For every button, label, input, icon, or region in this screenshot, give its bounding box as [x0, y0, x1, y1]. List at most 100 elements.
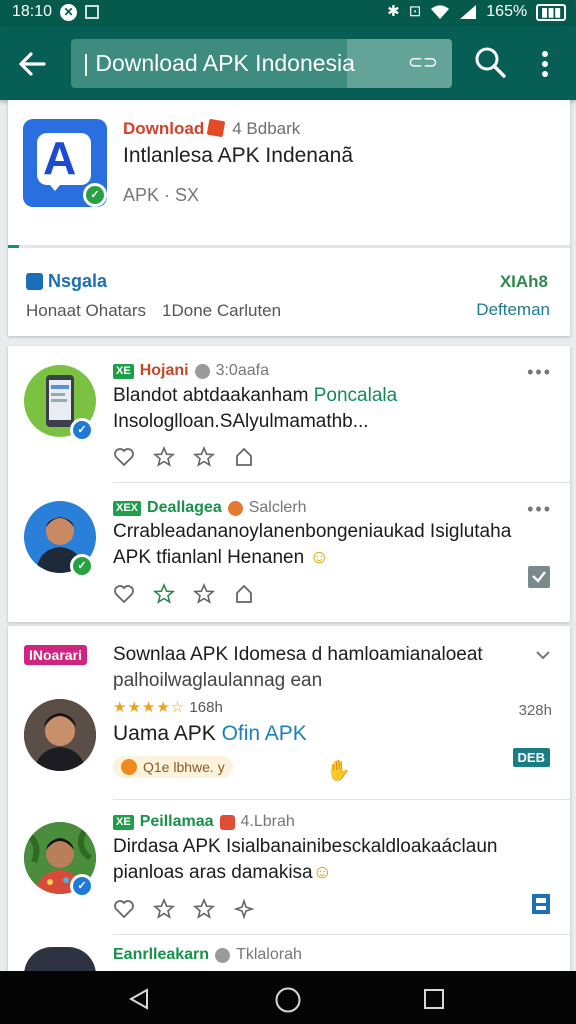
details-link[interactable]: Defteman	[476, 300, 550, 320]
post-time: Tklalorah	[236, 946, 302, 963]
feature-name-accent: Ofin APK	[221, 722, 307, 745]
notification-icon: ✕	[60, 3, 78, 21]
star-outline-icon[interactable]	[193, 583, 215, 605]
battery-percent: 165%	[486, 3, 528, 20]
image-icon	[85, 5, 100, 19]
list-item[interactable]: Eanrlleakarn Tklalorah	[8, 935, 570, 971]
nav-recents-icon[interactable]	[423, 988, 445, 1010]
share-icon[interactable]	[233, 446, 255, 468]
download-progress-bar	[8, 245, 570, 248]
star-icon[interactable]	[153, 446, 175, 468]
app-subtitle-row: Honaat Ohatars 1Done Carluten	[26, 301, 281, 321]
vibrate-icon: ⊡	[408, 3, 422, 20]
voice-search-icon[interactable]: ⊂⊃	[408, 52, 438, 73]
app-sub-right: 1Done Carluten	[162, 301, 282, 320]
heart-icon[interactable]	[113, 446, 135, 468]
battery-icon: ▮▮▮	[536, 3, 566, 21]
feature-badge: INoarari	[24, 645, 87, 665]
star-outline-icon[interactable]	[193, 898, 215, 920]
bookmark-icon[interactable]	[526, 564, 552, 590]
rating-stars-icon: ★★★★☆	[113, 699, 186, 716]
post-body-line2: Insologlloan.SAlyulmamathb...	[113, 411, 369, 432]
clock-icon	[194, 363, 210, 379]
post-body-line2: APK tfianlanl Henanen	[113, 547, 305, 568]
post-author[interactable]: Deallagea	[147, 499, 222, 517]
back-arrow-icon[interactable]	[14, 46, 50, 82]
search-icon[interactable]	[472, 44, 508, 80]
verified-check-icon: ✓	[83, 183, 107, 207]
location-pill-label: Q1e lbhwe. y	[143, 759, 225, 775]
list-item[interactable]: ✓ XEX Deallagea Salclerh ••• Crrableadan…	[8, 483, 570, 622]
award-ribbon-icon	[206, 118, 226, 138]
post-time: 4.Lbrah	[240, 813, 295, 830]
post-author[interactable]: Hojani	[140, 362, 189, 380]
verified-check-icon: ✓	[70, 554, 94, 578]
feature-title-line1: Sownlaa APK Idomesa d hamloamianaloeat	[113, 644, 483, 665]
location-pin-icon	[121, 759, 137, 775]
post-badge: XE	[113, 814, 134, 830]
clock-icon	[215, 947, 231, 963]
sparkle-icon[interactable]	[233, 898, 255, 920]
posts-card: ✓ XE Hojani 3:0aafa ••• Blandot abtdaaka…	[8, 346, 570, 622]
feature-time: 328h	[518, 702, 552, 719]
app-result-card[interactable]: A ✓ Download 4 Bdbark Intlanlesa APK Inde…	[8, 100, 570, 336]
save-icon[interactable]	[530, 892, 552, 916]
post-body-line1: Crrableadananoylanenbongeniaukad Isiglut…	[113, 521, 512, 542]
post-more-icon[interactable]: •••	[527, 362, 552, 383]
verified-badge-icon: ✓	[70, 874, 94, 898]
location-pill[interactable]: Q1e lbhwe. y	[113, 756, 233, 778]
heart-icon[interactable]	[113, 583, 135, 605]
feature-title[interactable]: Sownlaa APK Idomesa d hamloamianaloeat p…	[113, 642, 533, 694]
status-time: 18:10	[12, 3, 53, 20]
emoji-icon: ☺	[309, 547, 329, 568]
post-body: Crrableadananoylanenbongeniaukad Isiglut…	[113, 519, 553, 571]
category-tag[interactable]: Nsgala	[26, 271, 107, 292]
post-author[interactable]: Peillamaa	[140, 813, 214, 831]
post-body-line1: Blandot abtdaakanham	[113, 385, 314, 406]
list-item[interactable]: ✓ XE Peillamaa 4.Lbrah Dirdasa APK Isial…	[8, 800, 570, 934]
more-options-icon[interactable]	[533, 48, 557, 80]
post-body-line1: Dirdasa APK Isialbanainibesckaldloakaácl…	[113, 836, 498, 857]
feature-app-name[interactable]: Uama APK Ofin APK	[113, 722, 307, 746]
post-body: Blandot abtdaakanham Poncalala Insologll…	[113, 383, 543, 435]
post-author[interactable]: Eanrlleakarn	[113, 946, 209, 964]
bluetooth-icon: ✱	[387, 3, 400, 20]
post-badge: XEX	[113, 500, 142, 516]
post-badge: XE	[113, 363, 134, 379]
post-body: Dirdasa APK Isialbanainibesckaldloakaácl…	[113, 834, 553, 886]
verified-badge-icon: ✓	[70, 418, 94, 442]
post-time: 3:0aafa	[215, 362, 269, 379]
list-item[interactable]: ✓ XE Hojani 3:0aafa ••• Blandot abtdaaka…	[8, 346, 570, 482]
post-more-icon[interactable]: •••	[527, 499, 552, 520]
navigation-bar	[0, 971, 576, 1024]
star-icon[interactable]	[153, 898, 175, 920]
post-body-accent: Poncalala	[313, 385, 398, 406]
avatar	[24, 699, 96, 771]
nav-back-icon[interactable]	[127, 987, 151, 1011]
tag-icon	[26, 273, 43, 290]
search-input[interactable]: | Download APK Indonesia ⊂⊃	[71, 39, 452, 88]
rating-text: 168h	[189, 699, 223, 716]
download-progress-fill	[8, 245, 20, 248]
chevron-down-icon[interactable]	[534, 646, 552, 664]
clap-emoji-icon: ✋	[326, 760, 351, 782]
heart-icon[interactable]	[113, 898, 135, 920]
app-meta: APK · SX	[123, 185, 200, 205]
rating-row: ★★★★☆ 168h	[113, 698, 223, 716]
share-icon[interactable]	[233, 583, 255, 605]
star-outline-icon[interactable]	[193, 446, 215, 468]
post-body-line2: pianloas aras damakisa	[113, 862, 313, 883]
status-bar: 18:10 ✕ ✱ ⊡ 165% ▮▮▮	[0, 0, 576, 26]
feature-name-prefix: Uama APK	[113, 722, 222, 745]
star-icon[interactable]	[153, 583, 175, 605]
app-toolbar: | Download APK Indonesia ⊂⊃	[0, 26, 576, 100]
app-title-row: Download 4 Bdbark	[123, 118, 301, 139]
post-time: Salclerh	[248, 499, 307, 516]
feature-tag[interactable]: DEB	[512, 748, 550, 767]
emoji-icon: ☺	[312, 862, 333, 883]
featured-card: INoarari Sownlaa APK Idomesa d hamloamia…	[8, 626, 570, 971]
app-title-meta: 4 Bdbark	[232, 119, 301, 138]
nav-home-icon[interactable]	[274, 986, 302, 1014]
category-label: Nsgala	[48, 271, 108, 291]
status-icon	[227, 500, 243, 516]
